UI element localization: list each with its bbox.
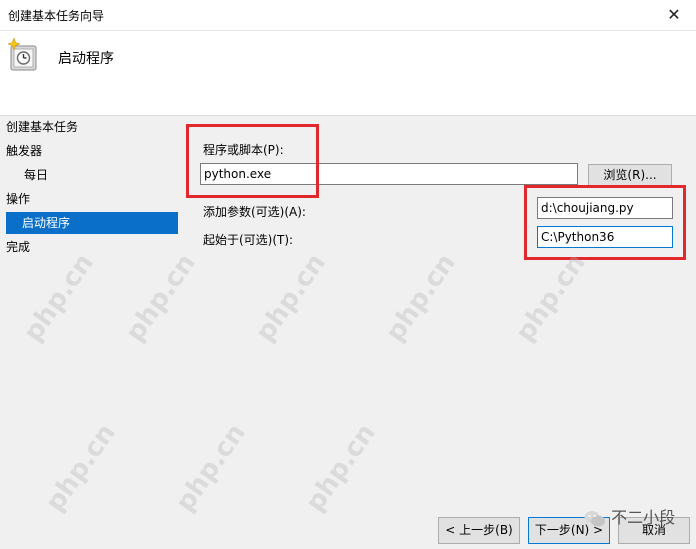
step-label: 完成 [6, 240, 31, 254]
back-button[interactable]: < 上一步(B) [438, 517, 520, 544]
next-button[interactable]: 下一步(N) > [528, 517, 610, 544]
step-finish[interactable]: 完成 [6, 236, 176, 258]
step-action[interactable]: 操作 [6, 188, 176, 210]
cancel-button[interactable]: 取消 [618, 517, 690, 544]
watermark-text: php.cn [380, 248, 462, 348]
wizard-header: 启动程序 [0, 31, 696, 116]
step-label: 操作 [6, 192, 31, 206]
page-title: 启动程序 [58, 51, 114, 67]
watermark-text: php.cn [170, 418, 252, 518]
step-daily[interactable]: 每日 [24, 164, 176, 186]
close-button[interactable]: ✕ [652, 0, 696, 30]
step-create-basic-task[interactable]: 创建基本任务 [6, 116, 176, 138]
clock-task-icon [7, 37, 37, 71]
step-trigger[interactable]: 触发器 [6, 140, 176, 162]
watermark-text: php.cn [510, 248, 592, 348]
arguments-input[interactable]: d:\choujiang.py [537, 197, 673, 219]
wizard-steps-nav: 创建基本任务 触发器 每日 操作 启动程序 完成 [0, 116, 180, 549]
watermark-text: php.cn [300, 418, 382, 518]
watermark-text: php.cn [250, 248, 332, 348]
step-start-program[interactable]: 启动程序 [6, 212, 178, 234]
arguments-label: 添加参数(可选)(A): [203, 205, 306, 219]
start-in-input[interactable]: C:\Python36 [537, 226, 673, 248]
browse-button[interactable]: 浏览(R)... [588, 164, 672, 186]
window-title: 创建基本任务向导 [8, 9, 105, 23]
step-label: 创建基本任务 [6, 120, 79, 134]
step-label: 每日 [24, 168, 49, 182]
program-label: 程序或脚本(P): [203, 143, 284, 157]
program-input[interactable]: python.exe [200, 163, 578, 185]
step-label: 启动程序 [22, 216, 71, 230]
start-in-label: 起始于(可选)(T): [203, 233, 294, 247]
title-bar: 创建基本任务向导 ✕ [0, 0, 696, 31]
annotation-box-program [186, 124, 319, 198]
step-label: 触发器 [6, 144, 43, 158]
